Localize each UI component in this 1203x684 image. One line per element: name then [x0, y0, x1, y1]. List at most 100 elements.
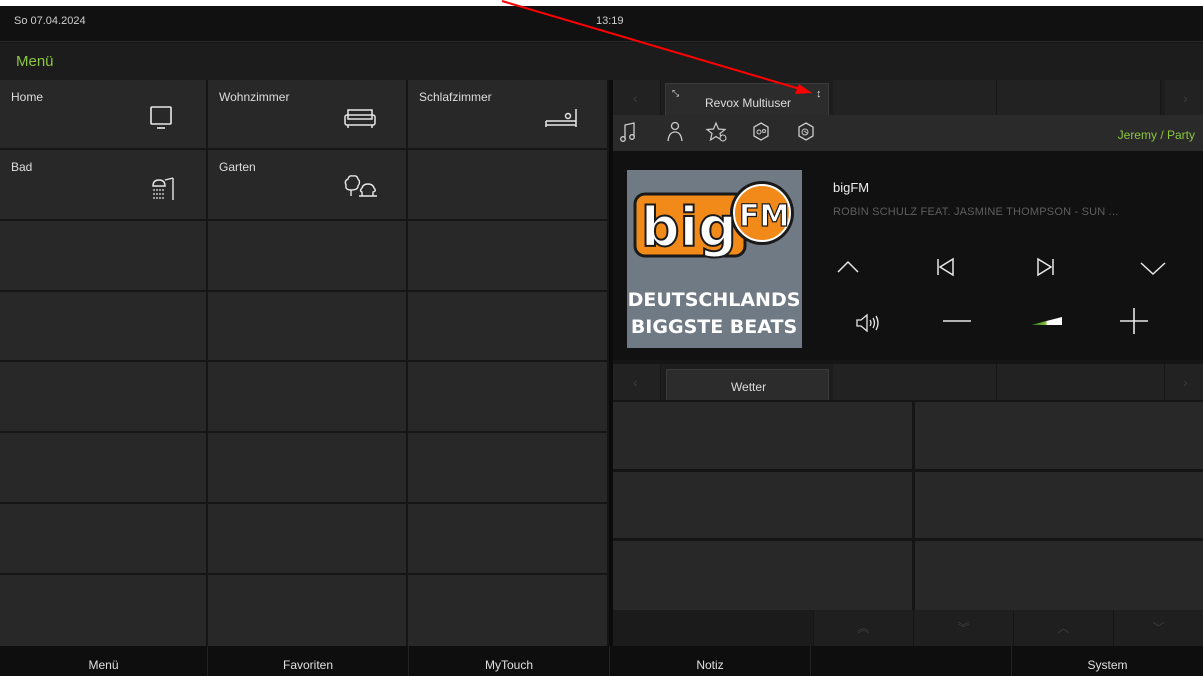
- room-grid: Home Wohnzimmer Schlafzimmer Bad Garten: [0, 80, 609, 646]
- room-tile-empty: [0, 292, 208, 362]
- footer-empty-button[interactable]: [811, 646, 1012, 676]
- tab-next-button[interactable]: ›: [1165, 80, 1203, 115]
- room-tile-empty: [408, 433, 609, 504]
- room-tile-empty: [208, 362, 408, 433]
- weather-tile: [915, 541, 1203, 610]
- room-tile-empty: [408, 362, 609, 433]
- user-zone-label[interactable]: Jeremy / Party: [1118, 128, 1195, 142]
- source-toolbar: [613, 115, 1203, 151]
- slogan-line-2: BIGGSTE BEATS: [631, 316, 797, 338]
- person-icon[interactable]: [664, 120, 686, 149]
- mute-button[interactable]: [850, 308, 890, 338]
- tab-next-button[interactable]: ›: [1165, 364, 1203, 400]
- room-label: Home: [11, 90, 44, 104]
- source-alt-icon[interactable]: [795, 120, 817, 149]
- room-tile-wohnzimmer[interactable]: Wohnzimmer: [208, 80, 408, 150]
- room-label: Schlafzimmer: [419, 90, 492, 104]
- tab-empty: [833, 80, 997, 115]
- channel-down-button[interactable]: [1133, 252, 1173, 282]
- page-up-button[interactable]: ︿: [1013, 610, 1113, 646]
- chevron-up-icon: [837, 260, 859, 273]
- menu-title: Menü: [16, 53, 54, 70]
- weather-grid: [613, 400, 1203, 610]
- room-tile-garten[interactable]: Garten: [208, 150, 408, 221]
- room-tile-empty: [208, 504, 408, 575]
- room-tile-empty: [0, 362, 208, 433]
- room-tile-empty: [408, 221, 609, 292]
- room-tile-empty: [408, 504, 609, 575]
- plus-icon: [1120, 308, 1148, 334]
- weather-tab-bar: ‹ Wetter ›: [613, 364, 1203, 400]
- speaker-icon: [856, 313, 879, 333]
- weather-tile: [613, 541, 912, 610]
- footer-menu-button[interactable]: Menü: [0, 646, 208, 676]
- weather-tile: [915, 472, 1203, 538]
- chevron-left-icon: ‹: [633, 90, 638, 106]
- page-first-button[interactable]: ︽: [813, 610, 913, 646]
- room-tile-empty: [0, 575, 208, 646]
- tab-prev-button[interactable]: ‹: [613, 80, 661, 115]
- next-button[interactable]: [1026, 252, 1066, 282]
- weather-tile: [613, 402, 912, 469]
- star-icon[interactable]: [705, 120, 729, 149]
- room-tile-empty: [0, 504, 208, 575]
- footer-system-button[interactable]: System: [1012, 646, 1203, 676]
- room-tile-empty: [208, 575, 408, 646]
- logo-big-text: big: [641, 196, 737, 259]
- volume-down-button[interactable]: [937, 306, 977, 336]
- footer-notiz-button[interactable]: Notiz: [610, 646, 811, 676]
- previous-button[interactable]: [925, 252, 965, 282]
- room-label: Bad: [11, 160, 33, 174]
- source-icon[interactable]: [750, 120, 772, 149]
- room-label: Garten: [219, 160, 256, 174]
- double-chevron-down-icon: ︾: [957, 621, 970, 635]
- album-art: big FM DEUTSCHLANDS BIGGSTE BEATS: [627, 170, 802, 348]
- sofa-icon: [342, 104, 382, 134]
- tab-revox-multiuser[interactable]: ⤡ Revox Multiuser ↕: [665, 83, 829, 115]
- weather-tile: [613, 472, 912, 538]
- volume-up-button[interactable]: [1114, 306, 1154, 336]
- tab-empty: [997, 80, 1161, 115]
- volume-level-indicator[interactable]: [1026, 306, 1066, 336]
- chevron-right-icon: ›: [1183, 374, 1188, 390]
- tab-empty: [997, 364, 1165, 400]
- player-tab-bar: ‹ ⤡ Revox Multiuser ↕ ›: [613, 80, 1203, 115]
- clock-display: 13:19: [596, 15, 624, 27]
- room-tile-empty: [208, 292, 408, 362]
- tab-prev-button[interactable]: ‹: [613, 364, 661, 400]
- room-tile-empty: [408, 292, 609, 362]
- chevron-down-icon: ﹀: [1152, 621, 1165, 635]
- room-label: Wohnzimmer: [219, 90, 290, 104]
- room-tile-empty: [208, 221, 408, 292]
- slogan-line-1: DEUTSCHLANDS: [628, 289, 801, 311]
- tab-wetter[interactable]: Wetter: [666, 369, 829, 400]
- room-tile-schlafzimmer[interactable]: Schlafzimmer: [408, 80, 609, 150]
- room-tile-home[interactable]: Home: [0, 80, 208, 150]
- skip-previous-icon: [937, 257, 954, 277]
- footer-mytouch-button[interactable]: MyTouch: [409, 646, 610, 676]
- trees-icon: [342, 172, 382, 202]
- tab-empty: [833, 364, 997, 400]
- tab-label: Revox Multiuser: [704, 96, 792, 110]
- page-last-button[interactable]: ︾: [913, 610, 1013, 646]
- resize-vertical-icon[interactable]: ↕: [816, 88, 822, 100]
- date-display: So 07.04.2024: [14, 15, 86, 27]
- skip-next-icon: [1037, 257, 1054, 277]
- minus-icon: [943, 320, 971, 322]
- shower-icon: [145, 174, 185, 204]
- logo-fm-text: FM: [739, 199, 789, 234]
- track-title: ROBIN SCHULZ FEAT. JASMINE THOMPSON - SU…: [833, 206, 1119, 218]
- volume-wedge-icon: [1031, 317, 1062, 325]
- chevron-right-icon: ›: [1183, 90, 1188, 106]
- chevron-down-icon: [1140, 262, 1166, 276]
- footer-favoriten-button[interactable]: Favoriten: [208, 646, 409, 676]
- room-tile-empty: [408, 150, 609, 221]
- nav-empty: [613, 610, 813, 646]
- room-tile-empty: [208, 433, 408, 504]
- page-nav-strip: ︽ ︾ ︿ ﹀: [613, 610, 1203, 646]
- music-note-icon[interactable]: [618, 120, 640, 149]
- channel-up-button[interactable]: [828, 252, 868, 282]
- room-tile-bad[interactable]: Bad: [0, 150, 208, 221]
- page-down-button[interactable]: ﹀: [1113, 610, 1203, 646]
- bed-icon: [543, 104, 583, 134]
